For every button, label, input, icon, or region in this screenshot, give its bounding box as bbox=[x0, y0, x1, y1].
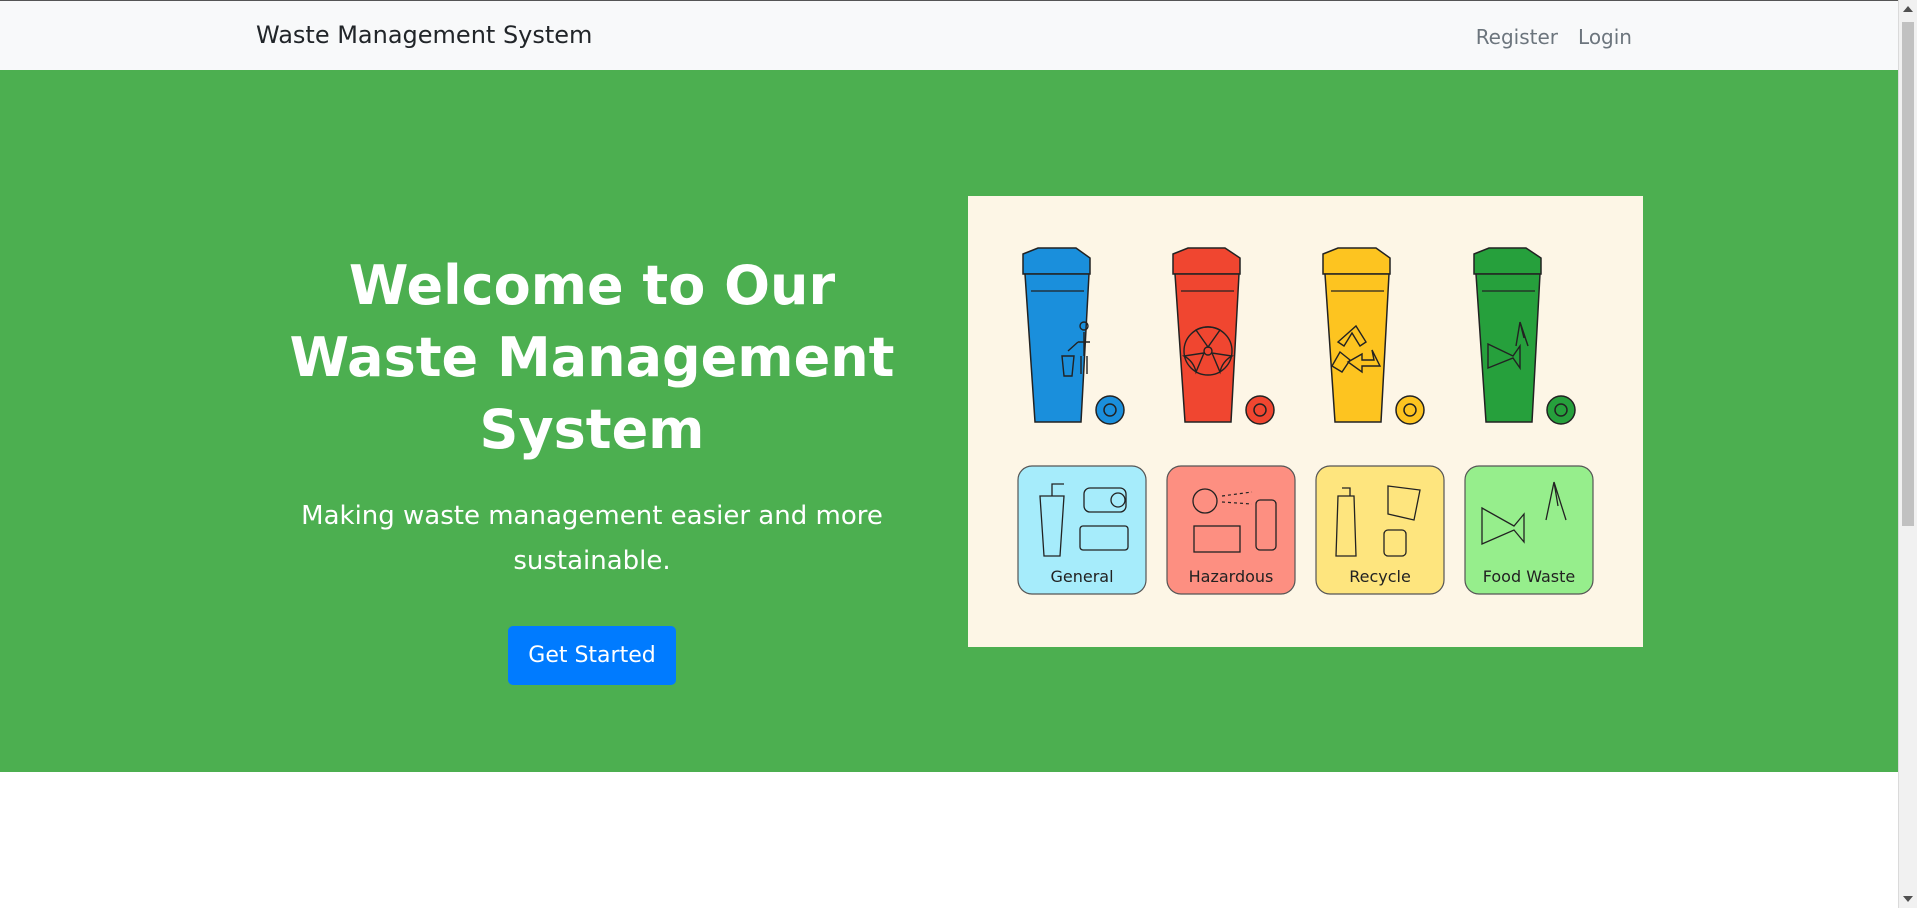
navbar: Waste Management System Register Login bbox=[0, 0, 1898, 70]
login-link[interactable]: Login bbox=[1578, 25, 1632, 49]
nav-links: Register Login bbox=[1476, 25, 1632, 49]
category-card-recycle: Recycle bbox=[1315, 465, 1445, 595]
hero-subtitle: Making waste management easier and more … bbox=[301, 501, 883, 576]
scroll-thumb[interactable] bbox=[1902, 22, 1914, 526]
category-label-recycle: Recycle bbox=[1349, 567, 1411, 586]
hero-section: Welcome to Our Waste Management System M… bbox=[0, 70, 1898, 772]
scrollbar[interactable] bbox=[1898, 0, 1917, 908]
scroll-down-icon[interactable] bbox=[1903, 896, 1913, 902]
hero-title: Welcome to Our Waste Management System bbox=[289, 254, 895, 461]
category-card-food-waste: Food Waste bbox=[1464, 465, 1594, 595]
category-label-food-waste: Food Waste bbox=[1483, 567, 1576, 586]
bin-general bbox=[1022, 247, 1125, 425]
category-card-general: General bbox=[1017, 465, 1147, 595]
content-area bbox=[0, 772, 1898, 908]
category-label-hazardous: Hazardous bbox=[1189, 567, 1274, 586]
brand-link[interactable]: Waste Management System bbox=[256, 21, 592, 49]
category-label-general: General bbox=[1050, 567, 1113, 586]
waste-bins-illustration: General Hazardous Recycle Food Waste bbox=[968, 196, 1643, 647]
bin-recycle bbox=[1322, 247, 1425, 425]
hero-text: Welcome to Our Waste Management System M… bbox=[252, 250, 932, 685]
bin-food-waste bbox=[1473, 247, 1576, 425]
scroll-up-icon[interactable] bbox=[1903, 6, 1913, 12]
category-card-hazardous: Hazardous bbox=[1166, 465, 1296, 595]
get-started-button[interactable]: Get Started bbox=[508, 626, 676, 685]
waste-bins-svg: General Hazardous Recycle Food Waste bbox=[1017, 247, 1594, 595]
bin-hazardous bbox=[1172, 247, 1275, 425]
register-link[interactable]: Register bbox=[1476, 25, 1558, 49]
